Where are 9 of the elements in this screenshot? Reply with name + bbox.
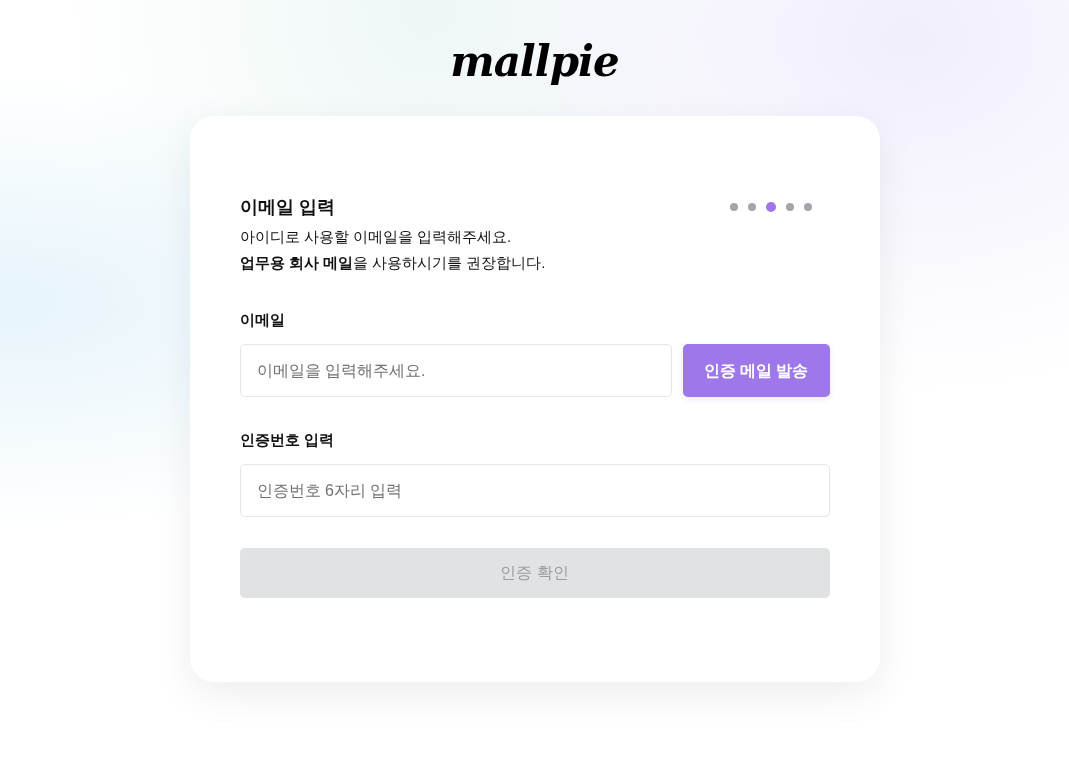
- logo: mallpie: [450, 36, 619, 88]
- send-email-button[interactable]: 인증 메일 발송: [682, 344, 830, 397]
- email-input[interactable]: 이메일을 입력해주세요.: [239, 344, 672, 397]
- code-input[interactable]: 인증번호 6자리 입력: [239, 464, 830, 517]
- form-title: 이메일 입력: [239, 196, 336, 219]
- field-label: 이메일: [239, 310, 286, 330]
- field-label: 인증번호 입력: [239, 430, 335, 450]
- description-text: 업무용 회사 메일을 사용하시기를 권장합니다.: [239, 253, 546, 273]
- description-text: 아이디로 사용할 이메일을 입력해주세요.: [239, 227, 513, 247]
